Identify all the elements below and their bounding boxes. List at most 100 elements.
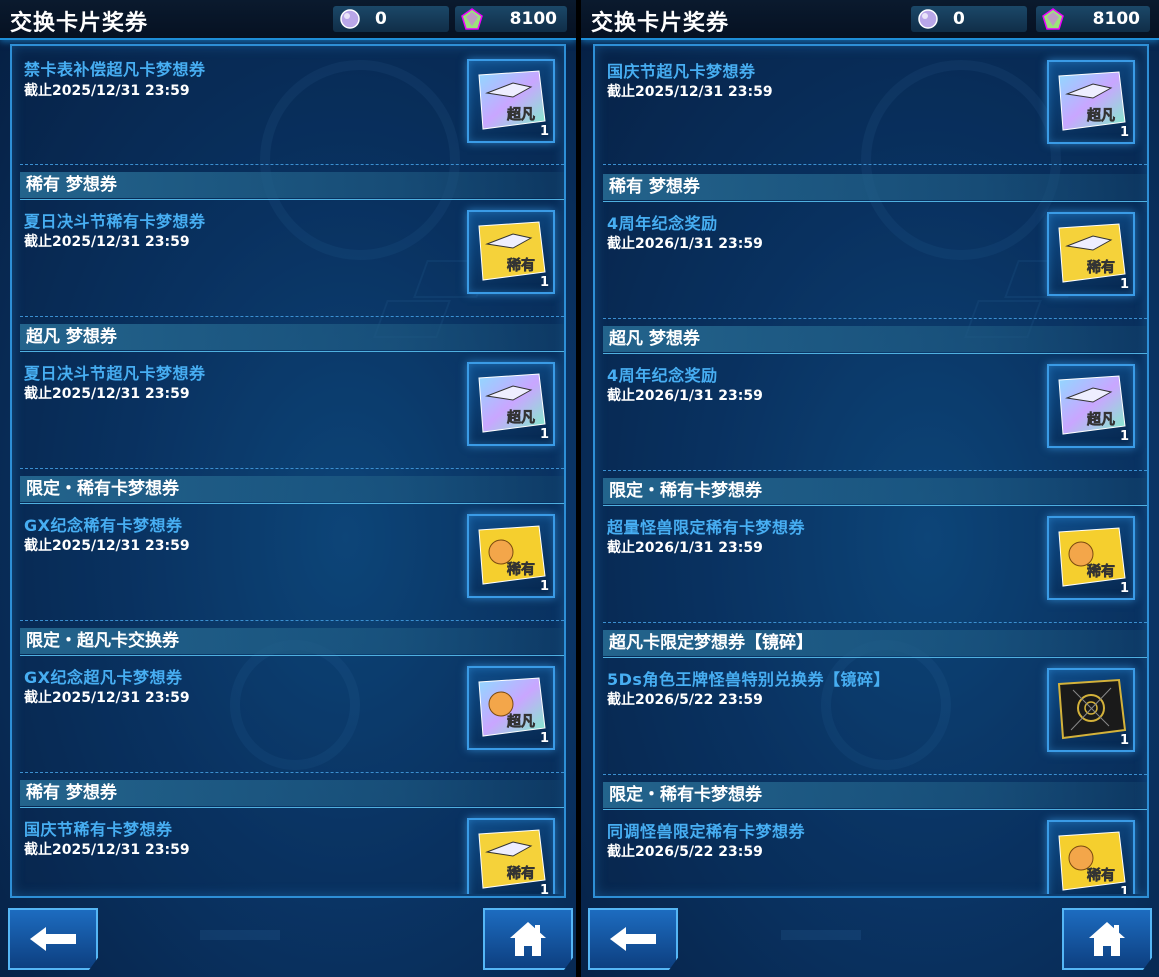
ticket-rare-icon[interactable]: 稀有 1 [467,514,555,598]
ticket-shattered-icon[interactable]: 1 [1047,668,1135,752]
item-name: 夏日决斗节稀有卡梦想券 [24,212,206,231]
ticket-quantity: 1 [539,731,549,746]
ticket-rare-icon[interactable]: 稀有 1 [1047,516,1135,600]
orb-icon [918,9,938,29]
ticket-quantity: 1 [1119,125,1129,140]
list-item[interactable]: 稀有 梦想券 国庆节稀有卡梦想券 截止2025/12/31 23:59 稀有 1 [12,780,564,894]
ticket-quantity: 1 [1119,885,1129,894]
list-item[interactable]: 限定・超凡卡交换券 GX纪念超凡卡梦想券 截止2025/12/31 23:59 … [12,628,564,780]
gem-currency: 8100 [455,6,567,32]
ticket-rare-icon[interactable]: 稀有 1 [1047,820,1135,894]
item-deadline: 截止2026/1/31 23:59 [607,388,763,404]
item-deadline: 截止2026/1/31 23:59 [607,236,763,252]
ticket-rare-icon[interactable]: 稀有 1 [467,818,555,894]
ticket-super-icon[interactable]: 超凡 1 [1047,60,1135,144]
voucher-list[interactable]: 国庆节超凡卡梦想券 截止2025/12/31 23:59 超凡 1 稀有 梦想券… [593,44,1149,898]
item-name: 同调怪兽限定稀有卡梦想券 [607,822,806,841]
list-item[interactable]: 稀有 梦想券 夏日决斗节稀有卡梦想券 截止2025/12/31 23:59 稀有… [12,172,564,324]
ticket-quantity: 1 [539,124,549,139]
page-title: 交换卡片奖券 [591,11,730,36]
ticket-label: 超凡 [506,106,535,123]
divider [20,620,564,621]
item-name: GX纪念超凡卡梦想券 [24,668,183,687]
ticket-label: 稀有 [507,257,535,274]
ticket-quantity: 1 [539,275,549,290]
ticket-rare-icon[interactable]: 稀有 1 [467,210,555,294]
home-button[interactable] [1062,908,1152,970]
item-name: 5Ds角色王牌怪兽特别兑换券【镜碎】 [607,670,890,689]
ticket-label: 稀有 [1087,259,1115,276]
orb-icon [340,9,360,29]
item-deadline: 截止2025/12/31 23:59 [24,234,190,250]
item-name: 超量怪兽限定稀有卡梦想券 [607,518,806,537]
ticket-label: 稀有 [1087,563,1115,580]
footer-decoration [200,930,280,940]
ticket-quantity: 1 [539,427,549,442]
divider [20,468,564,469]
item-name: 4周年纪念奖励 [607,214,718,233]
divider [20,772,564,773]
page-title: 交换卡片奖券 [10,11,149,36]
item-deadline: 截止2025/12/31 23:59 [24,538,190,554]
list-item[interactable]: 超凡卡限定梦想券【镜碎】 5Ds角色王牌怪兽特别兑换券【镜碎】 截止2026/5… [595,630,1147,782]
divider [20,164,564,165]
top-bar: 交换卡片奖券 0 8100 [581,0,1159,40]
list-item[interactable]: 超凡 梦想券 4周年纪念奖励 截止2026/1/31 23:59 超凡 1 [595,326,1147,478]
item-deadline: 截止2025/12/31 23:59 [24,842,190,858]
ticket-label: 稀有 [1087,867,1115,884]
ticket-quantity: 1 [1119,277,1129,292]
item-name: GX纪念稀有卡梦想券 [24,516,183,535]
footer-decoration [781,930,861,940]
category-header: 稀有 梦想券 [20,172,564,200]
category-header: 限定・超凡卡交换券 [20,628,564,656]
ticket-label: 超凡 [506,409,535,426]
divider [603,774,1147,775]
gem-currency: 8100 [1036,6,1150,32]
orb-currency: 0 [333,6,449,32]
ticket-label: 超凡 [506,713,535,730]
ticket-super-icon[interactable]: 超凡 1 [467,666,555,750]
ticket-quantity: 1 [539,579,549,594]
divider [603,164,1147,165]
divider [20,316,564,317]
ticket-label: 超凡 [1086,107,1115,124]
arrow-left-icon [610,927,656,951]
ticket-label: 稀有 [507,561,535,578]
list-item[interactable]: 超凡 梦想券 夏日决斗节超凡卡梦想券 截止2025/12/31 23:59 超凡… [12,324,564,476]
back-button[interactable] [8,908,98,970]
list-item[interactable]: 限定・稀有卡梦想券 GX纪念稀有卡梦想券 截止2025/12/31 23:59 … [12,476,564,628]
item-deadline: 截止2025/12/31 23:59 [24,83,190,99]
ticket-super-icon[interactable]: 超凡 1 [467,59,555,143]
category-header: 超凡 梦想券 [20,324,564,352]
item-deadline: 截止2025/12/31 23:59 [607,84,773,100]
category-header: 限定・稀有卡梦想券 [603,782,1147,810]
list-item[interactable]: 稀有 梦想券 4周年纪念奖励 截止2026/1/31 23:59 稀有 1 [595,174,1147,326]
item-deadline: 截止2026/1/31 23:59 [607,540,763,556]
ticket-super-icon[interactable]: 超凡 1 [467,362,555,446]
orb-count: 0 [375,9,387,29]
voucher-list[interactable]: 禁卡表补偿超凡卡梦想券 截止2025/12/31 23:59 超凡 1 稀有 梦… [10,44,566,898]
home-button[interactable] [483,908,573,970]
item-deadline: 截止2025/12/31 23:59 [24,386,190,402]
ticket-rare-icon[interactable]: 稀有 1 [1047,212,1135,296]
item-name: 4周年纪念奖励 [607,366,718,385]
divider [603,470,1147,471]
category-header: 稀有 梦想券 [603,174,1147,202]
arrow-left-icon [30,927,76,951]
divider [603,622,1147,623]
category-header: 超凡 梦想券 [603,326,1147,354]
orb-count: 0 [953,9,965,29]
category-header: 超凡卡限定梦想券【镜碎】 [603,630,1147,658]
item-name: 国庆节超凡卡梦想券 [607,62,756,81]
ticket-super-icon[interactable]: 超凡 1 [1047,364,1135,448]
back-button[interactable] [588,908,678,970]
item-name: 禁卡表补偿超凡卡梦想券 [24,60,206,79]
ticket-quantity: 1 [1119,733,1129,748]
divider [603,318,1147,319]
item-deadline: 截止2026/5/22 23:59 [607,844,763,860]
gem-icon [461,8,483,30]
list-item[interactable]: 限定・稀有卡梦想券 超量怪兽限定稀有卡梦想券 截止2026/1/31 23:59… [595,478,1147,630]
category-header: 限定・稀有卡梦想券 [603,478,1147,506]
home-icon [510,922,546,956]
list-item[interactable]: 限定・稀有卡梦想券 同调怪兽限定稀有卡梦想券 截止2026/5/22 23:59… [595,782,1147,894]
